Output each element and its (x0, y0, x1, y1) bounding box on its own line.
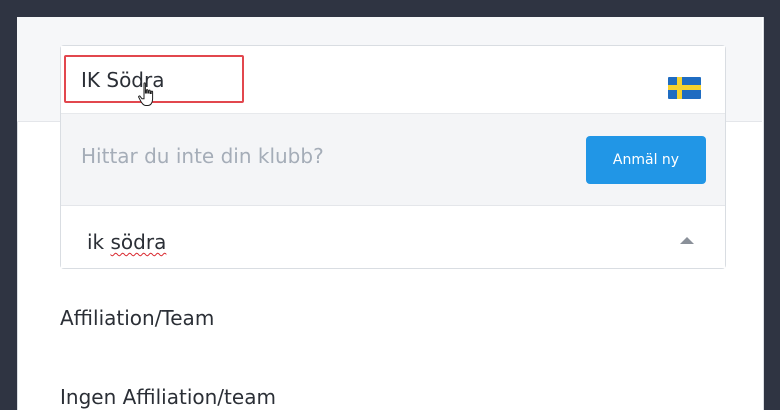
club-select-dropdown[interactable]: IK Södra Hittar du inte din klubb? Anmäl… (60, 45, 726, 269)
no-affiliation-team-label: Ingen Affiliation/team (60, 385, 276, 409)
affiliation-team-label: Affiliation/Team (60, 306, 215, 330)
club-not-found-text: Hittar du inte din klubb? (81, 144, 324, 168)
club-not-found-row: Hittar du inte din klubb? Anmäl ny (61, 114, 725, 206)
hand-pointer-icon (138, 82, 154, 106)
sweden-flag-icon (668, 77, 701, 99)
club-search-field[interactable]: ik södra (61, 206, 725, 268)
caret-up-icon[interactable] (680, 237, 694, 244)
register-new-club-button[interactable]: Anmäl ny (586, 136, 706, 184)
misspelled-word: södra (110, 230, 167, 254)
club-option-ik-sodra[interactable]: IK Södra (61, 46, 725, 114)
club-search-value: ik södra (87, 230, 166, 254)
search-value-text: ik södra (87, 230, 167, 254)
